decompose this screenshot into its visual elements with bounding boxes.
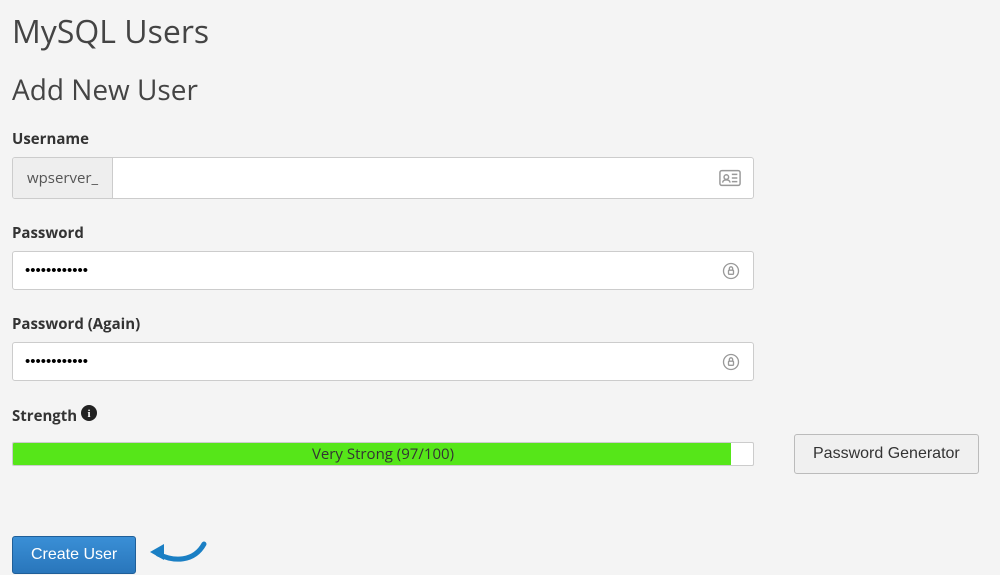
username-prefix: wpserver_ (13, 158, 113, 198)
password-again-label: Password (Again) (12, 314, 988, 334)
keyring-icon (709, 343, 753, 380)
section-title: Add New User (12, 71, 988, 109)
password-input[interactable] (13, 252, 709, 289)
strength-row: Strength i Very Strong (97/100) Password… (12, 405, 988, 474)
strength-meter-text: Very Strong (97/100) (13, 443, 753, 465)
arrow-annotation-icon (144, 534, 208, 575)
strength-label-text: Strength (12, 406, 77, 426)
info-icon[interactable]: i (81, 405, 97, 426)
strength-meter: Very Strong (97/100) (12, 442, 754, 466)
password-again-input[interactable] (13, 343, 709, 380)
strength-label: Strength i (12, 405, 988, 426)
username-input-group: wpserver_ (12, 157, 754, 199)
username-input[interactable] (113, 158, 707, 198)
password-again-row: Password (Again) (12, 314, 988, 381)
id-card-icon (707, 158, 753, 198)
create-user-button[interactable]: Create User (12, 536, 136, 574)
page-title: MySQL Users (12, 10, 988, 53)
username-row: Username wpserver_ (12, 129, 988, 199)
password-generator-button[interactable]: Password Generator (794, 434, 979, 474)
create-user-row: Create User (12, 498, 988, 575)
username-label: Username (12, 129, 988, 149)
svg-text:i: i (88, 408, 91, 420)
password-input-group (12, 251, 754, 290)
password-label: Password (12, 223, 988, 243)
keyring-icon (709, 252, 753, 289)
password-again-input-group (12, 342, 754, 381)
password-row: Password (12, 223, 988, 290)
